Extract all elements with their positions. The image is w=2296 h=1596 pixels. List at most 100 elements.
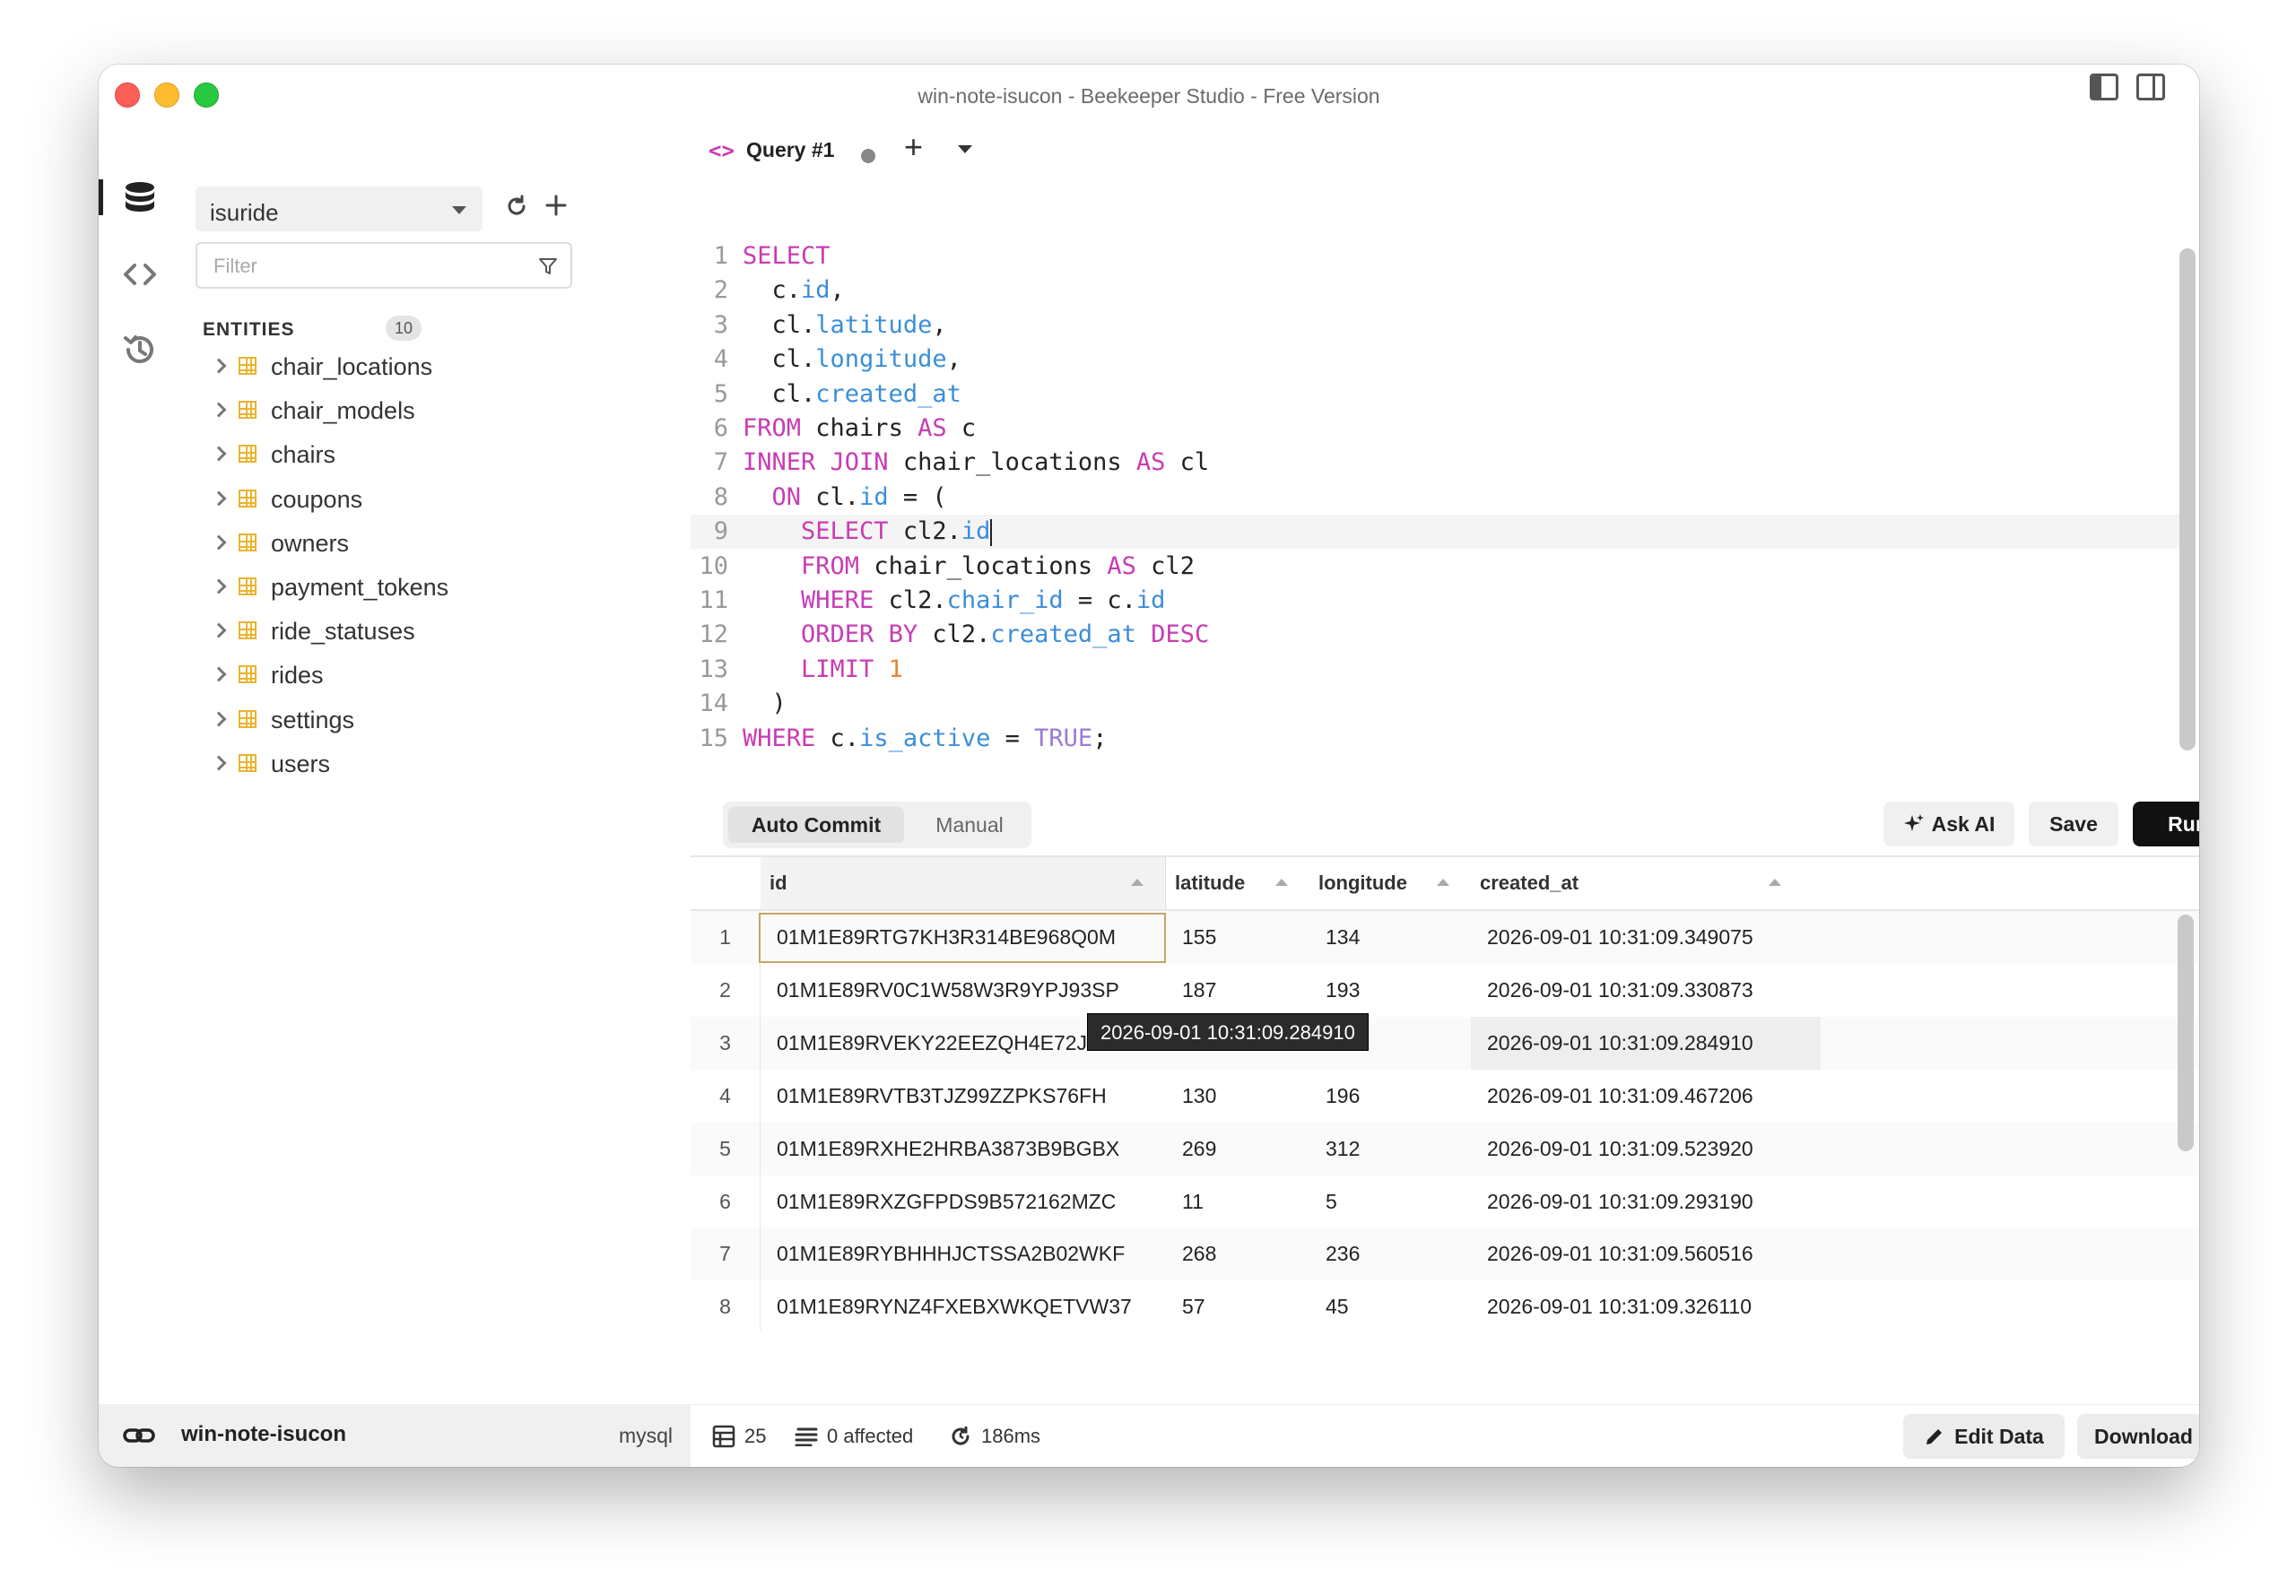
sql-editor[interactable]: 1 SELECT 2 c.id, 3 cl.latitude, 4 cl.longitu…	[691, 239, 2199, 813]
new-tab-plus-icon[interactable]: +	[904, 131, 923, 163]
table-item-settings[interactable]: settings	[179, 699, 691, 743]
chevron-right-icon[interactable]	[211, 446, 227, 462]
table-row[interactable]: 7 01M1E89RYBHHHJCTSSA2B02WKF 268 236 2026-09…	[691, 1227, 2199, 1281]
cell-id[interactable]: 01M1E89RYBHHHJCTSSA2B02WKF	[777, 1227, 1125, 1280]
column-header-latitude[interactable]: latitude	[1166, 857, 1309, 909]
auto-commit-option[interactable]: Auto Commit	[728, 807, 904, 843]
cell-id[interactable]: 01M1E89RVEKY22EEZQH4E72JX3	[777, 1017, 1112, 1070]
tab-menu-chevron-icon[interactable]	[958, 145, 972, 153]
cell-longitude[interactable]: 193	[1326, 964, 1360, 1017]
run-all-button[interactable]: Run All	[2133, 802, 2199, 846]
cell-longitude[interactable]: 5	[1326, 1175, 1337, 1228]
ask-ai-button[interactable]: Ask AI	[1883, 802, 2014, 846]
cell-created-at[interactable]: 2026-09-01 10:31:09.293190	[1487, 1175, 1753, 1228]
history-icon[interactable]	[118, 328, 161, 371]
chevron-right-icon[interactable]	[211, 358, 227, 374]
code-line[interactable]: 11 WHERE cl2.chair_id = c.id	[691, 584, 2179, 618]
chevron-right-icon[interactable]	[211, 622, 227, 638]
column-header-id[interactable]: id	[761, 857, 1166, 909]
code-line[interactable]: 13 LIMIT 1	[691, 653, 2179, 687]
code-line[interactable]: 4 cl.longitude,	[691, 343, 2179, 377]
chevron-right-icon[interactable]	[211, 755, 227, 771]
code-icon[interactable]	[118, 253, 161, 296]
entity-filter[interactable]	[196, 242, 572, 289]
edit-data-button[interactable]: Edit Data	[1903, 1414, 2065, 1459]
table-item-ride-statuses[interactable]: ride_statuses	[179, 611, 691, 655]
code-line[interactable]: 10 FROM chair_locations AS cl2	[691, 550, 2179, 584]
table-row[interactable]: 2 01M1E89RV0C1W58W3R9YPJ93SP 187 193 2026-09…	[691, 963, 2199, 1017]
tab-query-1[interactable]: <> Query #1	[700, 122, 879, 179]
cell-latitude[interactable]: 57	[1182, 1280, 1205, 1331]
table-row[interactable]: 6 01M1E89RXZGFPDS9B572162MZC 11 5 2026-09-01…	[691, 1175, 2199, 1228]
manual-commit-option[interactable]: Manual	[911, 807, 1028, 843]
cell-created-at[interactable]: 2026-09-01 10:31:09.523920	[1487, 1123, 1753, 1175]
table-row[interactable]: 5 01M1E89RXHE2HRBA3873B9BGBX 269 312 2026-09…	[691, 1122, 2199, 1175]
table-item-payment-tokens[interactable]: payment_tokens	[179, 567, 691, 611]
cell-longitude[interactable]: 236	[1326, 1227, 1360, 1280]
table-item-chairs[interactable]: chairs	[179, 434, 691, 478]
cell-created-at[interactable]: 2026-09-01 10:31:09.330873	[1487, 964, 1753, 1017]
database-select[interactable]: isuride	[196, 186, 483, 231]
code-line[interactable]: 14 )	[691, 687, 2179, 721]
sort-icon[interactable]	[1437, 879, 1449, 886]
unsaved-dot-icon[interactable]	[861, 149, 875, 163]
chevron-right-icon[interactable]	[211, 490, 227, 507]
cell-longitude[interactable]: 196	[1326, 1070, 1360, 1123]
code-line[interactable]: 2 c.id,	[691, 273, 2179, 308]
cell-created-at[interactable]: 2026-09-01 10:31:09.349075	[1487, 911, 1753, 964]
table-item-chair-locations[interactable]: chair_locations	[179, 346, 691, 390]
cell-id[interactable]: 01M1E89RXHE2HRBA3873B9BGBX	[777, 1123, 1119, 1175]
cell-longitude[interactable]: 312	[1326, 1123, 1360, 1175]
cell-created-at[interactable]: 2026-09-01 10:31:09.284910	[1487, 1017, 1753, 1070]
chevron-right-icon[interactable]	[211, 402, 227, 418]
link-icon[interactable]	[122, 1422, 156, 1453]
add-database-icon[interactable]	[542, 194, 570, 222]
code-line[interactable]: 1 SELECT	[691, 239, 2179, 273]
cell-id[interactable]: 01M1E89RXZGFPDS9B572162MZC	[777, 1175, 1116, 1228]
cell-longitude[interactable]: 134	[1326, 911, 1360, 964]
table-row[interactable]: 1 01M1E89RTG7KH3R314BE968Q0M 155 134 2026-09…	[691, 911, 2199, 964]
column-header-created-at[interactable]: created_at	[1471, 857, 1803, 909]
connection-name[interactable]: win-note-isucon	[181, 1422, 346, 1447]
chevron-right-icon[interactable]	[211, 534, 227, 551]
table-row[interactable]: 301M1E89RVEKY22EEZQH4E72JX32662982026-09…	[691, 1016, 2199, 1070]
cell-latitude[interactable]: 187	[1182, 964, 1216, 1017]
toggle-sidebar-icon[interactable]	[2090, 74, 2118, 100]
database-icon[interactable]	[118, 176, 161, 219]
sort-icon[interactable]	[1275, 879, 1288, 886]
code-line[interactable]: 6 FROM chairs AS c	[691, 412, 2179, 446]
editor-scrollbar[interactable]	[2179, 248, 2196, 750]
filter-input[interactable]	[213, 255, 518, 278]
table-row[interactable]: 8 01M1E89RYNZ4FXEBXWKQETVW37 57 45 2026-09-0…	[691, 1280, 2199, 1331]
code-line[interactable]: 3 cl.latitude,	[691, 308, 2179, 343]
cell-latitude[interactable]: 269	[1182, 1123, 1216, 1175]
code-line[interactable]: 15 WHERE c.is_active = TRUE;	[691, 722, 2179, 756]
code-line[interactable]: 7 INNER JOIN chair_locations AS cl	[691, 446, 2179, 480]
sort-icon[interactable]	[1131, 879, 1144, 886]
code-line[interactable]: 12 ORDER BY cl2.created_at DESC	[691, 618, 2179, 652]
chevron-right-icon[interactable]	[211, 578, 227, 594]
table-item-rides[interactable]: rides	[179, 655, 691, 698]
column-header-longitude[interactable]: longitude	[1309, 857, 1471, 909]
toggle-right-panel-icon[interactable]	[2136, 74, 2165, 100]
cell-latitude[interactable]: 11	[1182, 1175, 1204, 1228]
cell-id[interactable]: 01M1E89RVTB3TJZ99ZZPKS76FH	[777, 1070, 1107, 1123]
cell-created-at[interactable]: 2026-09-01 10:31:09.326110	[1487, 1280, 1752, 1331]
cell-created-at[interactable]: 2026-09-01 10:31:09.467206	[1487, 1070, 1753, 1123]
sort-icon[interactable]	[1769, 879, 1781, 886]
table-item-owners[interactable]: owners	[179, 523, 691, 567]
code-line[interactable]: 8 ON cl.id = (	[691, 481, 2179, 515]
cell-longitude[interactable]: 45	[1326, 1280, 1349, 1331]
table-row[interactable]: 4 01M1E89RVTB3TJZ99ZZPKS76FH 130 196 2026-09…	[691, 1069, 2199, 1123]
cell-latitude[interactable]: 155	[1182, 911, 1216, 964]
cell-id[interactable]: 01M1E89RYNZ4FXEBXWKQETVW37	[777, 1280, 1132, 1331]
cell-latitude[interactable]: 130	[1182, 1070, 1216, 1123]
save-button[interactable]: Save	[2029, 802, 2118, 846]
download-button[interactable]: Download	[2077, 1414, 2199, 1459]
cell-created-at[interactable]: 2026-09-01 10:31:09.560516	[1487, 1227, 1753, 1280]
code-line[interactable]: 5 cl.created_at	[691, 377, 2179, 412]
funnel-icon[interactable]	[538, 256, 558, 281]
table-item-chair-models[interactable]: chair_models	[179, 390, 691, 434]
table-item-users[interactable]: users	[179, 743, 691, 787]
chevron-right-icon[interactable]	[211, 666, 227, 682]
